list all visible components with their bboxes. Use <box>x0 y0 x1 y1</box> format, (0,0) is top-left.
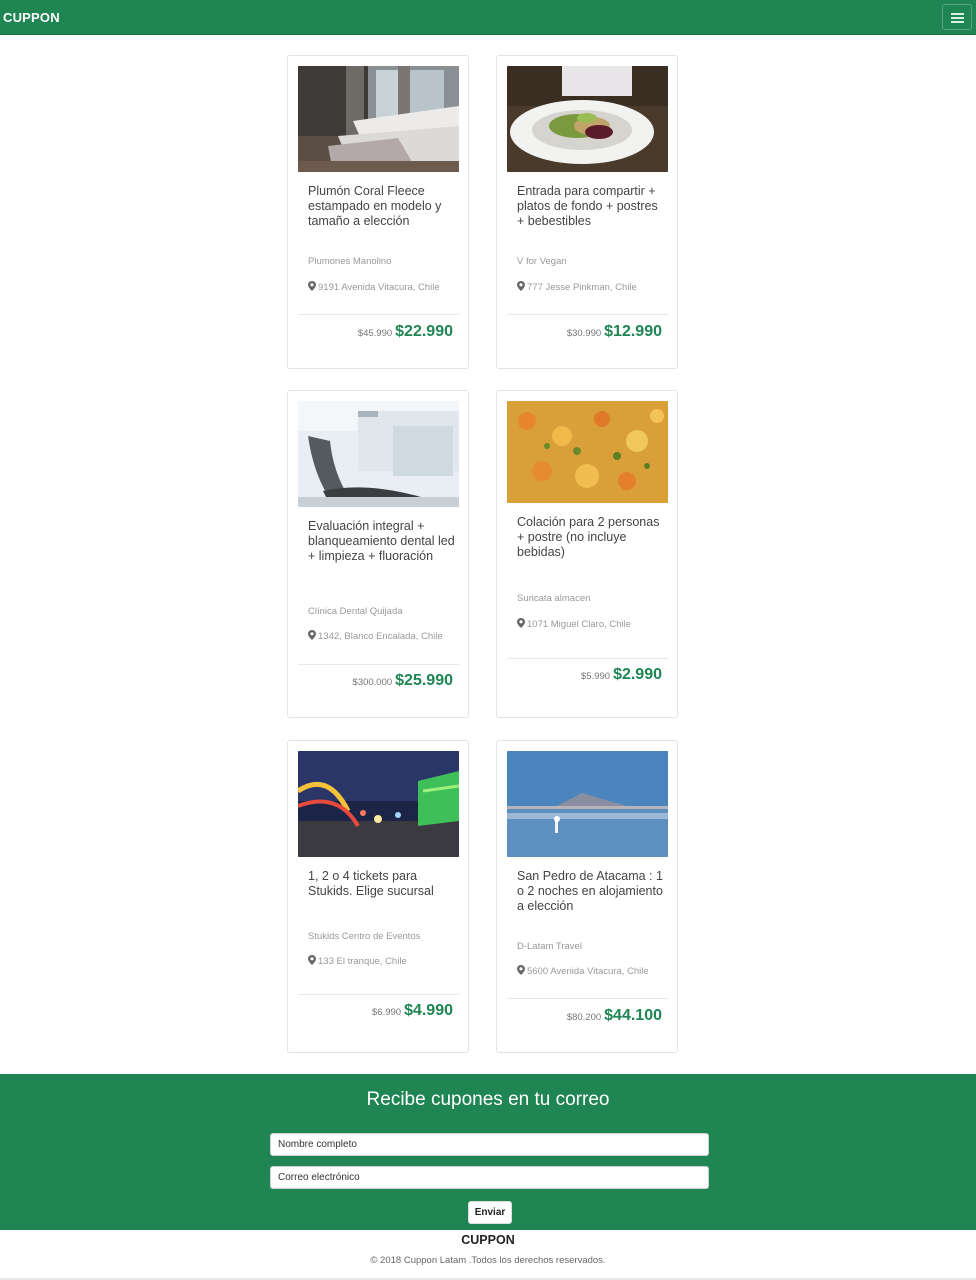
deal-merchant: Clínica Dental Quijada <box>308 606 403 617</box>
deal-prices: $30.990 $12.990 <box>567 323 662 341</box>
card-divider <box>507 658 668 659</box>
deal-title[interactable]: San Pedro de Atacama : 1 o 2 noches en a… <box>517 869 667 914</box>
card-divider <box>298 314 459 315</box>
old-price: $5.990 <box>581 671 611 682</box>
deal-image-atacama[interactable] <box>507 751 668 857</box>
deal-card[interactable]: Plumón Coral Fleece estampado en modelo … <box>287 55 469 369</box>
deal-merchant: Suricata almacen <box>517 593 591 604</box>
old-price: $80.200 <box>566 1012 602 1023</box>
map-pin-icon <box>517 965 525 975</box>
email-input[interactable] <box>270 1166 709 1189</box>
deal-image-amusement-park[interactable] <box>298 751 459 857</box>
deal-merchant: Plumones Manolino <box>308 256 392 267</box>
old-price: $30.990 <box>566 328 602 339</box>
map-pin-icon <box>308 630 316 640</box>
deal-address: 5600 Avenida Vitacura, Chile <box>517 965 649 977</box>
footer-brand[interactable]: CUPPON <box>0 1233 976 1247</box>
deal-image-food-plate[interactable] <box>507 401 668 503</box>
newsletter-title: Recibe cupones en tu correo <box>366 1089 610 1110</box>
new-price: $44.100 <box>604 1007 662 1024</box>
deal-prices: $5.990 $2.990 <box>581 666 662 684</box>
deal-prices: $80.200 $44.100 <box>567 1007 662 1025</box>
card-divider <box>298 994 459 995</box>
deal-title[interactable]: Colación para 2 personas + postre (no in… <box>517 515 667 560</box>
deal-title[interactable]: 1, 2 o 4 tickets para Stukids. Elige suc… <box>308 869 458 899</box>
deal-title[interactable]: Evaluación integral + blanqueamiento den… <box>308 519 458 564</box>
old-price: $45.990 <box>357 328 393 339</box>
hamburger-icon[interactable] <box>942 4 972 30</box>
old-price: $300.000 <box>352 677 393 688</box>
brand-logo[interactable]: CUPPON <box>3 10 60 25</box>
deal-card[interactable]: 1, 2 o 4 tickets para Stukids. Elige suc… <box>287 740 469 1053</box>
deal-image-dental-clinic[interactable] <box>298 401 459 507</box>
deal-card[interactable]: Colación para 2 personas + postre (no in… <box>496 390 678 718</box>
old-price: $6.990 <box>372 1007 402 1018</box>
new-price: $25.990 <box>395 672 453 689</box>
deal-address-text: 9191 Avenida Vitacura, Chile <box>318 282 440 293</box>
deal-address: 133 El tranque, Chile <box>308 955 407 967</box>
map-pin-icon <box>308 281 316 291</box>
footer-copyright: © 2018 Cuppon Latam .Todos los derechos … <box>370 1255 606 1266</box>
deal-address-text: 133 El tranque, Chile <box>318 956 407 967</box>
deal-prices: $300.000 $25.990 <box>353 672 453 690</box>
deal-address-text: 1342, Blanco Encalada, Chile <box>318 631 443 642</box>
deal-card[interactable]: Evaluación integral + blanqueamiento den… <box>287 390 469 718</box>
top-navbar: CUPPON <box>0 0 976 35</box>
newsletter-section: Recibe cupones en tu correo Enviar <box>0 1074 976 1230</box>
deal-title[interactable]: Entrada para compartir + platos de fondo… <box>517 184 667 229</box>
card-divider <box>298 664 459 665</box>
deal-address-text: 777 Jesse Pinkman, Chile <box>527 282 637 293</box>
deal-address: 777 Jesse Pinkman, Chile <box>517 281 637 293</box>
deal-address-text: 5600 Avenida Vitacura, Chile <box>527 966 649 977</box>
deal-title[interactable]: Plumón Coral Fleece estampado en modelo … <box>308 184 458 229</box>
new-price: $2.990 <box>613 666 662 683</box>
deal-card[interactable]: Entrada para compartir + platos de fondo… <box>496 55 678 369</box>
name-input[interactable] <box>270 1133 709 1156</box>
map-pin-icon <box>517 618 525 628</box>
deal-address: 1071 Miguel Claro, Chile <box>517 618 631 630</box>
deal-prices: $6.990 $4.990 <box>372 1002 453 1020</box>
map-pin-icon <box>308 955 316 965</box>
deal-card[interactable]: San Pedro de Atacama : 1 o 2 noches en a… <box>496 740 678 1053</box>
map-pin-icon <box>517 281 525 291</box>
deal-merchant: D-Latam Travel <box>517 941 582 952</box>
deal-address-text: 1071 Miguel Claro, Chile <box>527 619 632 630</box>
deal-merchant: V for Vegan <box>517 256 567 267</box>
deal-address: 9191 Avenida Vitacura, Chile <box>308 281 440 293</box>
card-divider <box>507 998 668 999</box>
new-price: $22.990 <box>395 323 453 340</box>
new-price: $4.990 <box>404 1002 453 1019</box>
deal-prices: $45.990 $22.990 <box>358 323 453 341</box>
deal-image-vegan-dish[interactable] <box>507 66 668 172</box>
deal-merchant: Stukids Centro de Eventos <box>308 931 421 942</box>
submit-button[interactable]: Enviar <box>468 1201 512 1224</box>
deal-image-bedroom[interactable] <box>298 66 459 172</box>
deal-address: 1342, Blanco Encalada, Chile <box>308 630 443 642</box>
new-price: $12.990 <box>604 323 662 340</box>
card-divider <box>507 314 668 315</box>
